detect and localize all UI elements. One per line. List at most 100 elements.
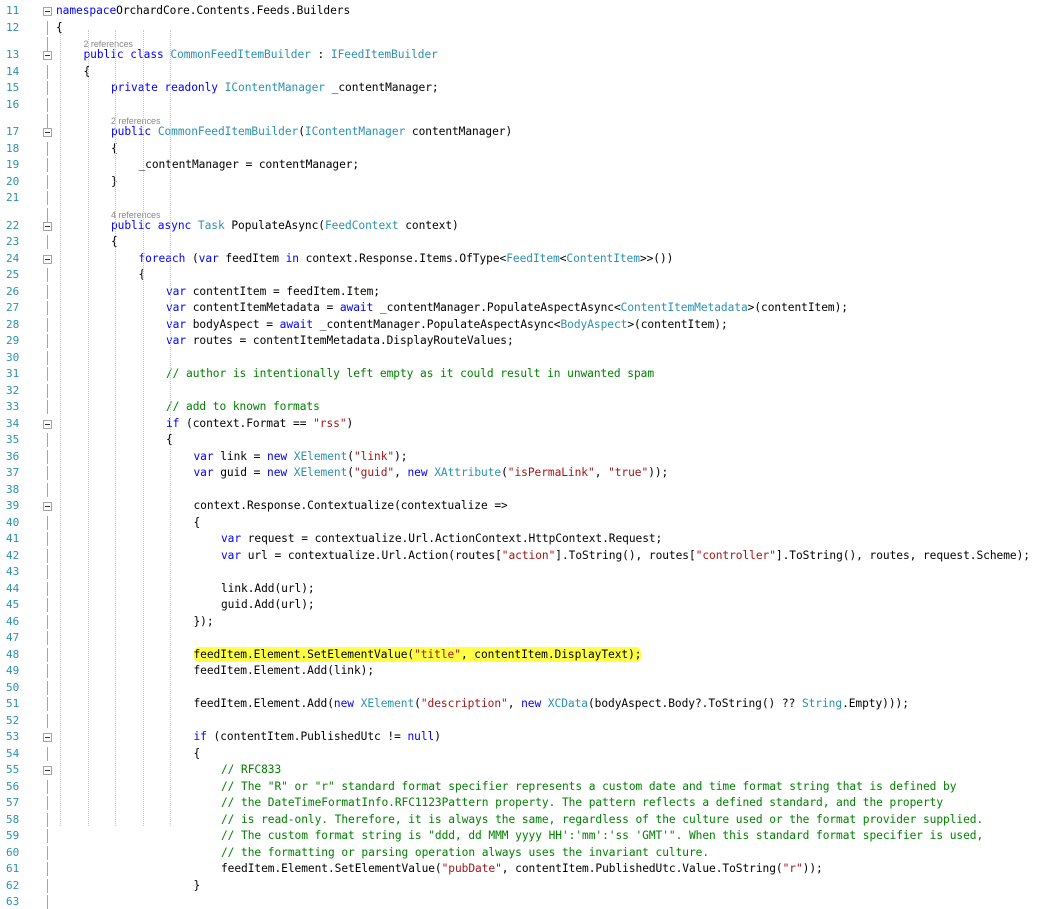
code-line: 32 bbox=[0, 383, 1060, 398]
code-line: 42 var url = contextualize.Url.Action(rou… bbox=[0, 548, 1060, 563]
line-number: 63 bbox=[6, 895, 20, 908]
code-line: 53 if (contentItem.PublishedUtc != null) bbox=[0, 730, 1060, 744]
code-text: feedItem.Element.SetElementValue("title"… bbox=[193, 646, 642, 662]
collapse-outline-icon[interactable] bbox=[43, 766, 52, 775]
code-line: 27 var contentItemMetadata = await _conte… bbox=[0, 301, 1060, 315]
line-number: 38 bbox=[6, 482, 20, 496]
code-line: 11 namespaceOrchardCore.Contents.Feeds.Bu… bbox=[0, 4, 1060, 18]
outline-guide bbox=[47, 334, 48, 348]
outline-guide bbox=[47, 548, 48, 563]
code-text: feedItem.Element.Add(new XElement("descr… bbox=[194, 697, 909, 711]
code-token: IFeedItemBuilder bbox=[330, 48, 438, 61]
collapse-outline-icon[interactable] bbox=[43, 254, 52, 264]
code-token: public async bbox=[111, 218, 198, 232]
code-line: 33 // add to known formats bbox=[0, 400, 1060, 414]
line-number: 13 bbox=[6, 48, 20, 61]
outline-guide bbox=[47, 268, 48, 282]
outline-guide bbox=[47, 191, 48, 205]
code-token: CommonFeedItemBuilder bbox=[157, 125, 299, 138]
code-text: } bbox=[194, 879, 201, 893]
code-line: 50 bbox=[0, 680, 1060, 695]
outline-guide bbox=[47, 713, 48, 728]
collapse-outline-icon[interactable] bbox=[43, 502, 52, 511]
outline-guide bbox=[47, 284, 48, 299]
collapse-outline-icon[interactable] bbox=[43, 7, 52, 16]
indent-guide bbox=[60, 30, 61, 826]
code-token: // add to known formats bbox=[166, 400, 320, 413]
line-number: 31 bbox=[6, 367, 20, 380]
code-line: 18{ bbox=[0, 141, 1060, 156]
line-number: 39 bbox=[6, 499, 20, 512]
code-token: ContentItem bbox=[566, 251, 640, 265]
code-token: String bbox=[801, 697, 843, 710]
code-text: var contentItem = feedItem.Item; bbox=[166, 285, 380, 299]
code-line: 62} bbox=[0, 878, 1060, 893]
outline-guide bbox=[47, 895, 48, 909]
code-line: 35{ bbox=[0, 433, 1060, 447]
code-text: feedItem.Element.Add(link); bbox=[194, 664, 375, 678]
code-line: 38 bbox=[0, 482, 1060, 497]
collapse-outline-icon[interactable] bbox=[43, 733, 52, 742]
code-line: 22 public async Task PopulateAsync(FeedCo… bbox=[0, 219, 1060, 233]
code-token: if bbox=[193, 730, 207, 743]
code-token: new bbox=[407, 466, 435, 479]
code-text: // The "R" or "r" standard format specif… bbox=[221, 780, 956, 794]
line-number: 56 bbox=[6, 779, 20, 793]
code-token: feedItem.Element.SetElementValue( bbox=[193, 647, 415, 661]
code-line: 60 // the formatting or parsing operation… bbox=[0, 845, 1060, 860]
code-token: // The custom format string is "ddd, dd … bbox=[221, 829, 984, 842]
line-number: 18 bbox=[6, 141, 20, 155]
code-text: foreach (var feedItem in context.Respons… bbox=[139, 252, 674, 266]
outline-guide bbox=[47, 64, 48, 79]
code-editor[interactable]: 11 namespaceOrchardCore.Contents.Feeds.Bu… bbox=[0, 0, 1060, 909]
code-token: context.Response.Items.OfType< bbox=[298, 251, 507, 265]
code-token: if bbox=[166, 416, 180, 430]
code-line: 52 bbox=[0, 713, 1060, 728]
code-token: private readonly bbox=[111, 81, 225, 94]
collapse-outline-icon[interactable] bbox=[43, 221, 52, 231]
code-token: PopulateAsync( bbox=[224, 218, 325, 232]
code-token: _contentManager.PopulateAspectAsync< bbox=[313, 317, 561, 331]
code-token: "true" bbox=[608, 466, 649, 479]
line-number: 41 bbox=[6, 532, 20, 545]
outline-guide bbox=[47, 235, 48, 249]
outline-guide bbox=[47, 301, 48, 315]
line-number: 61 bbox=[6, 862, 20, 875]
code-line: 37 var guid = new XElement("guid", new XA… bbox=[0, 466, 1060, 480]
collapse-outline-icon[interactable] bbox=[43, 128, 52, 137]
code-token: contentItemMetadata = bbox=[186, 301, 340, 314]
outline-guide bbox=[47, 367, 48, 381]
code-token: (bodyAspect.Body?.ToString() ?? bbox=[588, 697, 802, 710]
collapse-outline-icon[interactable] bbox=[43, 419, 52, 429]
collapse-outline-icon[interactable] bbox=[43, 51, 52, 60]
code-token: ) bbox=[434, 730, 441, 743]
code-token: , contentItem.DisplayText); bbox=[460, 647, 642, 661]
code-line: 54 { bbox=[0, 746, 1060, 761]
code-token: var bbox=[193, 466, 214, 479]
line-number: 62 bbox=[6, 878, 20, 892]
line-number: 34 bbox=[6, 416, 20, 430]
code-token: IContentManager bbox=[304, 125, 406, 138]
code-token: // the formatting or parsing operation a… bbox=[221, 845, 710, 859]
code-token: }); bbox=[193, 614, 214, 628]
line-number: 57 bbox=[6, 796, 20, 809]
outline-guide bbox=[47, 532, 48, 546]
code-line: 34 if (context.Format == "rss") bbox=[0, 417, 1060, 431]
code-token: namespace bbox=[56, 4, 117, 17]
outline-guide bbox=[47, 829, 48, 843]
line-number: 45 bbox=[6, 598, 20, 611]
code-line: 26 var contentItem = feedItem.Item; bbox=[0, 284, 1060, 299]
code-text: // RFC833 bbox=[221, 763, 281, 777]
code-line: 15 private readonly IContentManager _cont… bbox=[0, 81, 1060, 95]
line-number: 51 bbox=[6, 697, 20, 710]
outline-guide bbox=[47, 845, 48, 860]
line-number: 58 bbox=[6, 812, 20, 826]
outline-guide bbox=[47, 466, 48, 480]
code-token: , contentItem.PublishedUtc.Value.ToStrin… bbox=[501, 862, 783, 875]
code-token: var bbox=[193, 449, 214, 463]
code-text: // the DateTimeFormatInfo.RFC1123Pattern… bbox=[221, 796, 943, 810]
code-token: var bbox=[166, 317, 187, 331]
code-line: 20} bbox=[0, 174, 1060, 189]
code-token: var bbox=[166, 334, 187, 347]
code-line: 45 guid.Add(url); bbox=[0, 598, 1060, 612]
